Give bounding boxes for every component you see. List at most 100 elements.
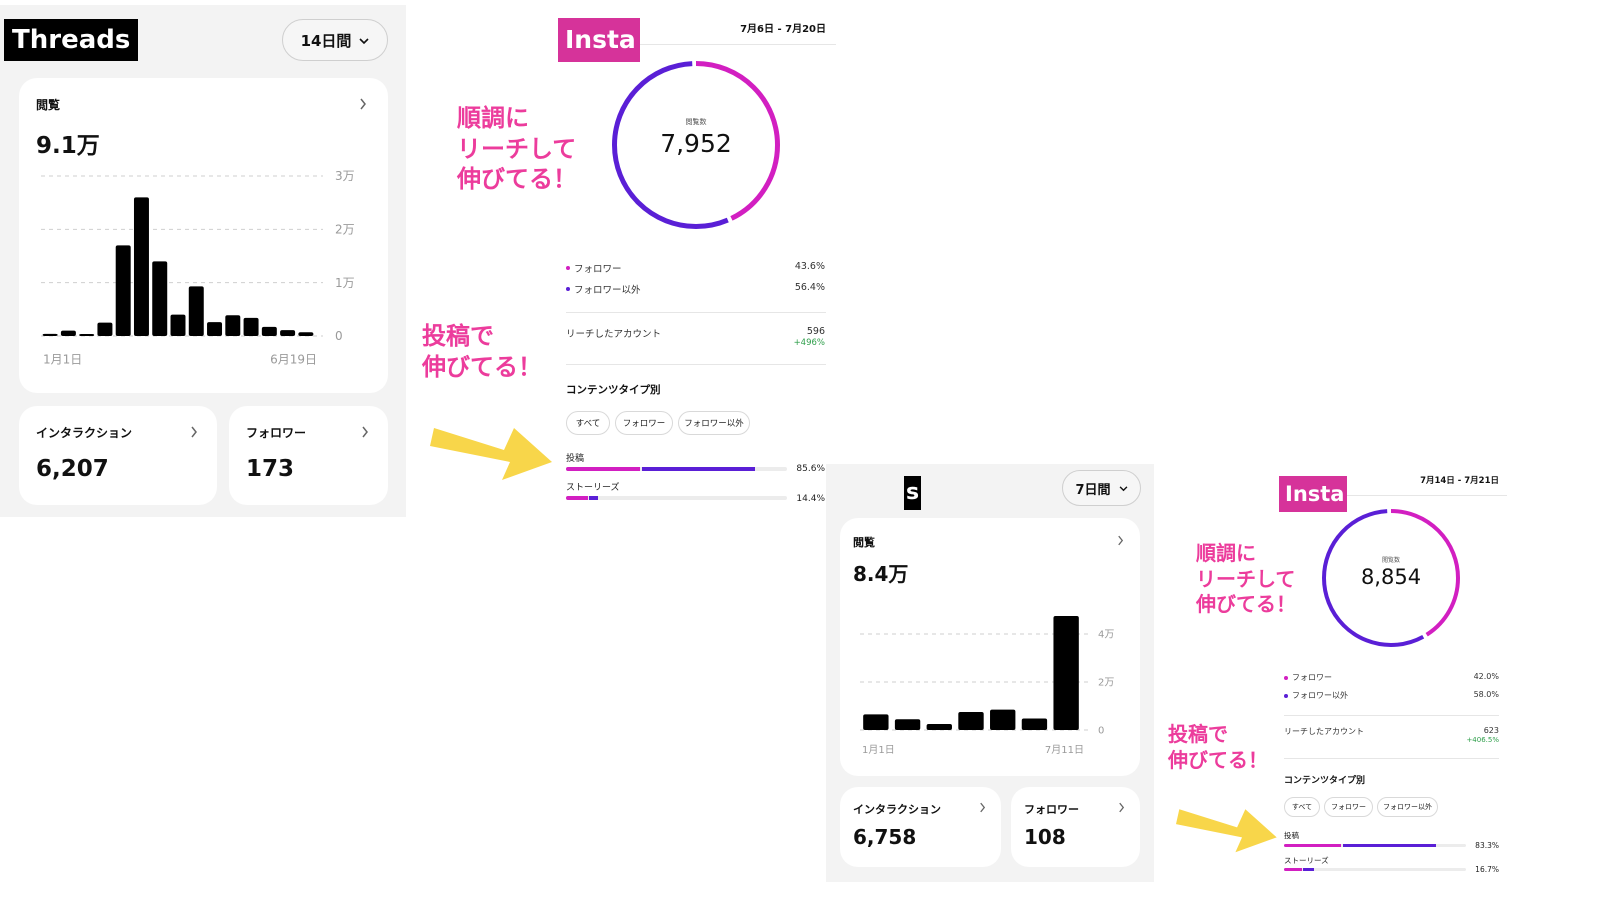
- follower-card[interactable]: フォロワー 173: [229, 406, 388, 505]
- note-line: 伸びてる！: [422, 352, 542, 381]
- bar: [261, 326, 277, 336]
- bar: [298, 332, 314, 336]
- legend-follower-label: フォロワー: [574, 264, 622, 275]
- ring-caption: 閲覧数: [685, 118, 707, 126]
- interaction-title: インタラクション: [853, 803, 941, 816]
- note-line: リーチして: [1196, 566, 1296, 591]
- story-bar-follower: [1284, 868, 1302, 871]
- chip-all[interactable]: すべて: [1284, 797, 1320, 817]
- threads-panel-top: Threads 14日間 閲覧 9.1万 3万 2万 1万 0 1月1日 6月19日 イン…: [0, 5, 406, 517]
- x-end-label: 6月19日: [270, 353, 317, 367]
- arrow-icon: [1176, 809, 1277, 853]
- chip-all[interactable]: すべて: [566, 411, 610, 435]
- note-reach-top: 順調に リーチして 伸びてる！: [457, 103, 577, 195]
- follower-title: フォロワー: [246, 426, 307, 440]
- chip-follower[interactable]: フォロワー: [615, 411, 673, 435]
- post-bar-nonfollower: [1343, 844, 1436, 847]
- note-line: 伸びてる！: [457, 165, 577, 194]
- views-card[interactable]: 閲覧 8.4万 4万 2万 0 1月1日 7月11日: [840, 518, 1140, 776]
- bar: [1021, 718, 1048, 730]
- insta-panel-top: Insta 7月6日 - 7月20日 閲覧数 7,952 フォロワー 43.6%…: [558, 8, 836, 518]
- interaction-title: インタラクション: [36, 426, 133, 440]
- bar: [225, 315, 241, 336]
- note-post-bottom: 投稿で 伸びてる！: [1168, 722, 1268, 773]
- threads-label-cropped: s: [904, 476, 922, 510]
- bar: [152, 261, 168, 336]
- chevron-right-icon[interactable]: [361, 426, 369, 438]
- ring-value: 7,952: [660, 129, 732, 158]
- date-range-selector[interactable]: 7日間: [1062, 470, 1141, 506]
- post-bar-follower: [566, 467, 640, 471]
- nonfollower-dot-icon: [566, 287, 570, 291]
- legend-nonfollower: フォロワー以外: [1284, 690, 1348, 701]
- chip-nonfollower[interactable]: フォロワー以外: [678, 411, 750, 435]
- views-bar-chart: 4万 2万 0 1月1日 7月11日: [860, 616, 1114, 756]
- date-range-selector[interactable]: 14日間: [282, 19, 388, 61]
- date-range: 7月6日 - 7月20日: [740, 24, 826, 35]
- story-bar-nonfollower: [589, 496, 598, 500]
- divider: [1347, 495, 1507, 496]
- interaction-value: 6,207: [36, 456, 109, 482]
- divider: [1284, 715, 1499, 716]
- bar: [990, 709, 1016, 730]
- chip-nonfollower[interactable]: フォロワー以外: [1377, 797, 1438, 817]
- insta-panel-bottom: Insta 7月14日 - 7月21日 閲覧数 8,854 フォロワー 42.0…: [1279, 466, 1507, 880]
- threads-label: Threads: [4, 19, 139, 61]
- nonfollower-dot-icon: [1284, 693, 1288, 698]
- post-pct: 85.6%: [796, 464, 825, 474]
- views-card[interactable]: 閲覧 9.1万 3万 2万 1万 0 1月1日 6月19日: [19, 78, 388, 393]
- chevron-down-icon: [1119, 481, 1128, 496]
- reach-delta: +406.5%: [1466, 736, 1499, 744]
- bar: [133, 197, 149, 336]
- date-range: 7月14日 - 7月21日: [1420, 476, 1499, 486]
- post-bar-nonfollower: [642, 467, 755, 471]
- content-type-title: コンテンツタイプ別: [566, 384, 661, 396]
- note-line: リーチして: [457, 134, 577, 163]
- interaction-value: 6,758: [853, 825, 917, 849]
- bar: [79, 334, 95, 336]
- insta-label: Insta: [558, 18, 640, 62]
- divider: [640, 44, 836, 45]
- legend-nonfollower-label: フォロワー以外: [1292, 691, 1348, 700]
- views-bar-chart: 3万 2万 1万 0 1月1日 6月19日: [41, 169, 355, 367]
- legend-follower-pct: 43.6%: [794, 261, 825, 272]
- post-label: 投稿: [566, 454, 585, 464]
- x-start-label: 1月1日: [43, 353, 82, 367]
- reach-label: リーチしたアカウント: [1284, 727, 1364, 736]
- divider: [566, 364, 826, 365]
- interaction-card[interactable]: インタラクション 6,207: [19, 406, 217, 505]
- bar: [1053, 616, 1079, 730]
- ring-caption: 閲覧数: [1381, 557, 1400, 564]
- y-tick-label: 2万: [1098, 678, 1114, 689]
- note-line: 伸びてる！: [1168, 747, 1268, 772]
- threads-panel-bottom: s 7日間 閲覧 8.4万 4万 2万 0 1月1日 7月11日 インタラクション 6,…: [826, 464, 1154, 882]
- interaction-card[interactable]: インタラクション 6,758: [840, 787, 1001, 867]
- bar: [97, 322, 113, 336]
- y-tick-label: 4万: [1098, 630, 1114, 641]
- note-post-top: 投稿で 伸びてる！: [422, 321, 542, 382]
- y-tick-label: 3万: [335, 169, 355, 183]
- chevron-right-icon[interactable]: [1118, 802, 1125, 813]
- chevron-right-icon[interactable]: [190, 426, 198, 438]
- x-end-label: 7月11日: [1045, 744, 1084, 756]
- chevron-right-icon[interactable]: [979, 802, 986, 813]
- bar: [207, 322, 223, 336]
- post-pct: 83.3%: [1475, 841, 1499, 850]
- story-bar-track: [566, 496, 787, 500]
- follower-value: 108: [1024, 825, 1066, 849]
- y-tick-label: 0: [335, 329, 343, 343]
- chip-follower[interactable]: フォロワー: [1324, 797, 1373, 817]
- follower-card[interactable]: フォロワー 108: [1011, 787, 1140, 867]
- legend-nonfollower-pct: 58.0%: [1473, 690, 1499, 699]
- content-type-title: コンテンツタイプ別: [1284, 776, 1366, 786]
- story-label: ストーリーズ: [566, 483, 620, 493]
- divider: [566, 312, 826, 313]
- bar: [60, 330, 76, 336]
- bar: [243, 317, 259, 336]
- follower-value: 173: [246, 456, 295, 482]
- legend-nonfollower-pct: 56.4%: [794, 282, 825, 293]
- bar: [115, 245, 131, 336]
- bar: [42, 333, 58, 336]
- y-tick-label: 2万: [335, 223, 355, 237]
- note-line: 投稿で: [422, 322, 494, 350]
